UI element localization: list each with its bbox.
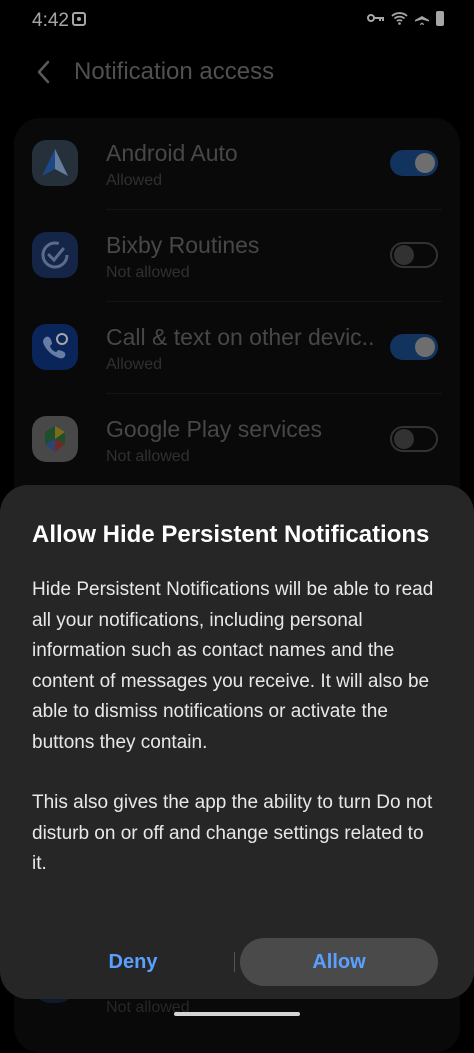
- dialog-paragraph-2: This also gives the app the ability to t…: [32, 792, 433, 874]
- dialog-buttons: Deny Allow: [0, 938, 474, 986]
- button-divider: [234, 952, 235, 972]
- permission-dialog: Allow Hide Persistent Notifications Hide…: [0, 485, 474, 999]
- dialog-paragraph-1: Hide Persistent Notifications will be ab…: [32, 579, 434, 753]
- dialog-title: Allow Hide Persistent Notifications: [32, 521, 430, 548]
- dialog-body: Hide Persistent Notifications will be ab…: [32, 575, 442, 880]
- home-indicator[interactable]: [174, 1012, 300, 1016]
- allow-button[interactable]: Allow: [240, 938, 438, 986]
- deny-button[interactable]: Deny: [38, 938, 228, 986]
